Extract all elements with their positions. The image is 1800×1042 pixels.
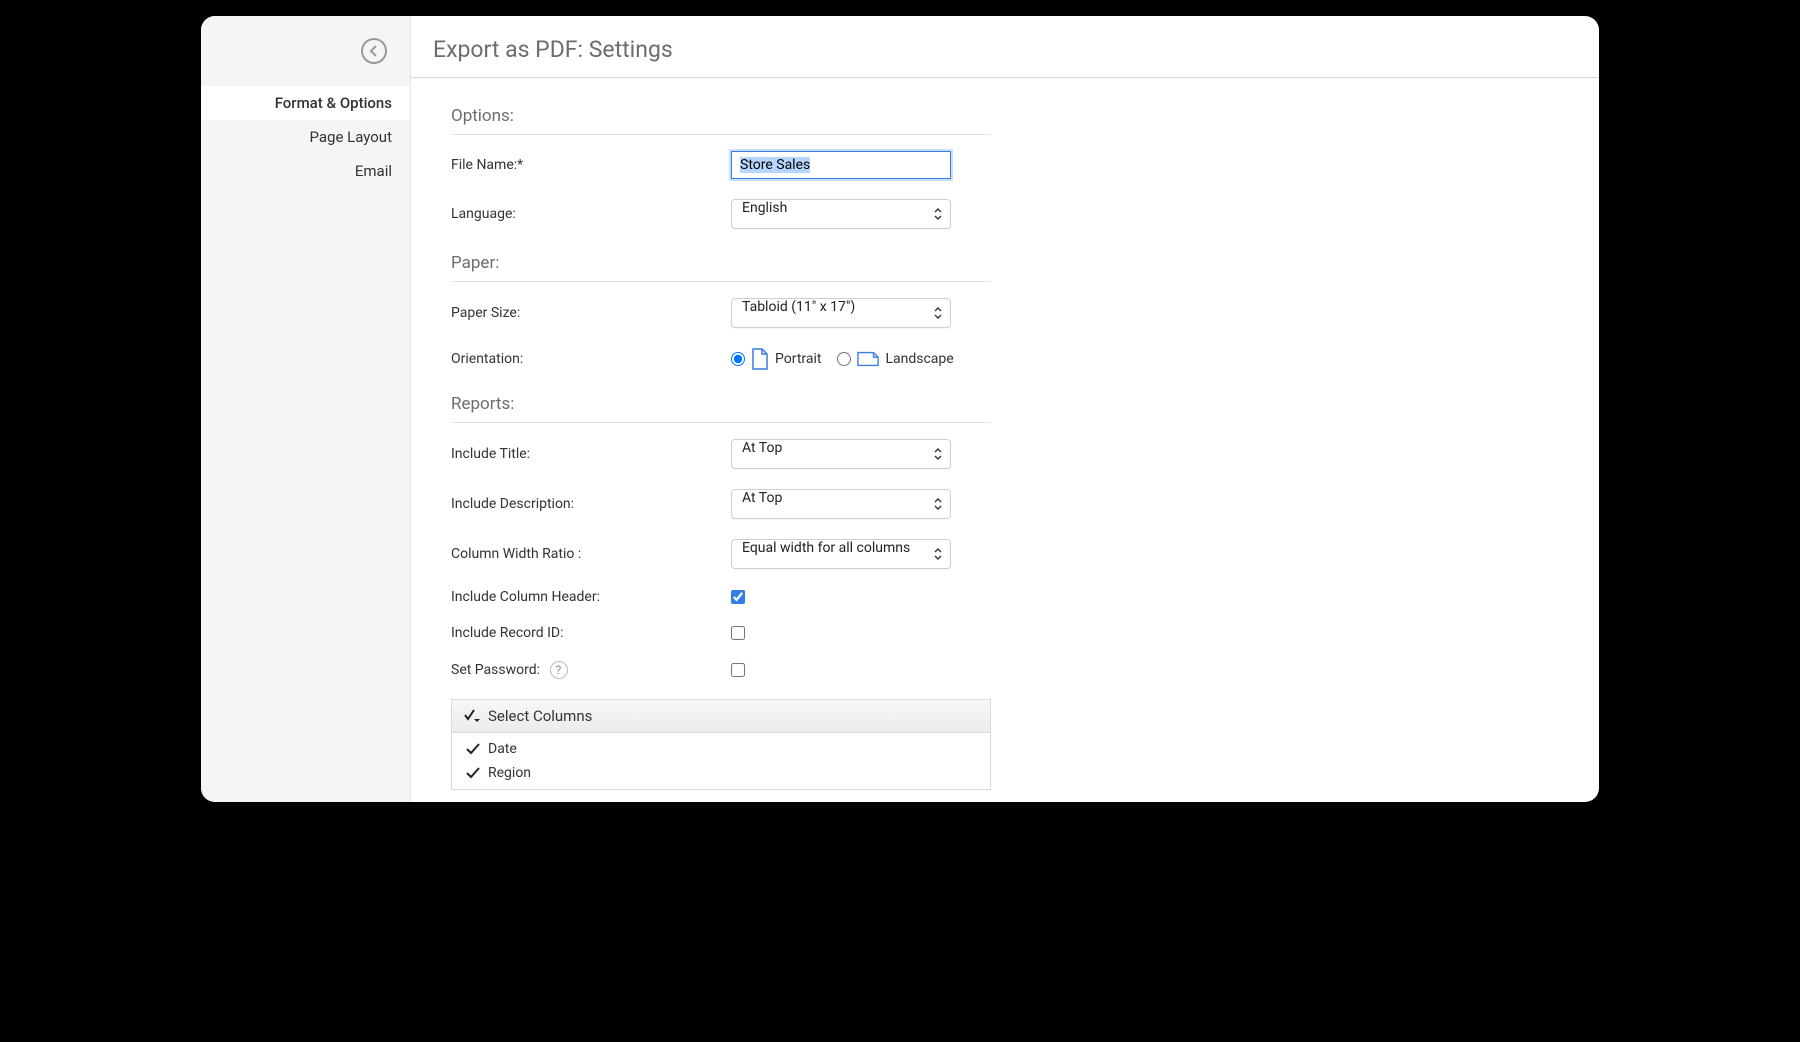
select-value: At Top (742, 440, 782, 456)
column-item-label: Region (488, 765, 531, 781)
nav-item-email[interactable]: Email (201, 154, 410, 188)
column-item-label: Date (488, 741, 517, 757)
select-columns-body: Date Region (452, 733, 990, 789)
required-asterisk: * (517, 157, 523, 173)
label-file-name: File Name:* (451, 157, 731, 173)
row-language: Language: English (451, 189, 991, 239)
check-icon (466, 767, 480, 779)
include-column-header-checkbox[interactable] (731, 590, 745, 604)
label-include-record-id: Include Record ID: (451, 625, 731, 641)
select-value: Tabloid (11" x 17") (742, 299, 855, 315)
orientation-portrait-radio[interactable] (731, 352, 745, 366)
label-paper-size: Paper Size: (451, 305, 731, 321)
row-set-password: Set Password: ? (451, 651, 991, 689)
label-set-password: Set Password: ? (451, 661, 731, 679)
page-title: Export as PDF: Settings (433, 36, 1577, 63)
orientation-portrait-option[interactable]: Portrait (731, 348, 821, 370)
label-text: Set Password: (451, 662, 540, 678)
section-heading-options: Options: (451, 92, 991, 135)
orientation-portrait-label: Portrait (775, 351, 821, 367)
label-language: Language: (451, 206, 731, 222)
select-columns-heading: Select Columns (488, 707, 592, 725)
help-icon[interactable]: ? (550, 661, 568, 679)
titlebar: Export as PDF: Settings (411, 16, 1599, 78)
label-include-title: Include Title: (451, 446, 731, 462)
row-include-description: Include Description: At Top (451, 479, 991, 529)
column-item[interactable]: Date (452, 737, 990, 761)
orientation-landscape-label: Landscape (885, 351, 953, 367)
row-file-name: File Name:* (451, 141, 991, 189)
paper-size-select[interactable]: Tabloid (11" x 17") (731, 298, 951, 328)
label-column-width: Column Width Ratio : (451, 546, 731, 562)
column-width-select[interactable]: Equal width for all columns (731, 539, 951, 569)
label-text: File Name: (451, 157, 517, 173)
portrait-page-icon (751, 348, 769, 370)
label-include-description: Include Description: (451, 496, 731, 512)
chevron-left-icon (368, 45, 380, 57)
export-pdf-settings-window: Format & Options Page Layout Email Expor… (201, 16, 1599, 802)
set-password-checkbox[interactable] (731, 663, 745, 677)
select-value: Equal width for all columns (742, 540, 910, 556)
check-icon (466, 743, 480, 755)
include-title-select[interactable]: At Top (731, 439, 951, 469)
row-orientation: Orientation: Portrait (451, 338, 991, 380)
nav-item-page-layout[interactable]: Page Layout (201, 120, 410, 154)
language-select[interactable]: English (731, 199, 951, 229)
section-heading-paper: Paper: (451, 239, 991, 282)
row-include-title: Include Title: At Top (451, 429, 991, 479)
row-include-record-id: Include Record ID: (451, 615, 991, 651)
file-name-input[interactable] (731, 151, 951, 179)
select-value: At Top (742, 490, 782, 506)
nav-item-label: Email (355, 162, 392, 180)
nav-item-format-options[interactable]: Format & Options (201, 86, 410, 120)
include-description-select[interactable]: At Top (731, 489, 951, 519)
settings-nav: Format & Options Page Layout Email (201, 86, 410, 188)
back-button[interactable] (361, 38, 387, 64)
select-columns-header[interactable]: Select Columns (452, 700, 990, 733)
main-panel: Export as PDF: Settings Options: File Na… (411, 16, 1599, 802)
select-columns-panel: Select Columns Date Region (451, 699, 991, 790)
orientation-radio-group: Portrait Landscape (731, 348, 954, 370)
column-item[interactable]: Region (452, 761, 990, 785)
nav-item-label: Format & Options (275, 94, 392, 112)
landscape-page-icon (857, 350, 879, 368)
nav-item-label: Page Layout (310, 128, 393, 146)
settings-sidebar: Format & Options Page Layout Email (201, 16, 411, 802)
label-orientation: Orientation: (451, 351, 731, 367)
row-paper-size: Paper Size: Tabloid (11" x 17") (451, 288, 991, 338)
label-include-column-header: Include Column Header: (451, 589, 731, 605)
select-value: English (742, 200, 787, 216)
section-heading-reports: Reports: (451, 380, 991, 423)
orientation-landscape-radio[interactable] (837, 352, 851, 366)
row-include-column-header: Include Column Header: (451, 579, 991, 615)
settings-content: Options: File Name:* Language: English P… (411, 78, 1599, 802)
select-all-columns-tristate-icon[interactable] (464, 709, 480, 723)
include-record-id-checkbox[interactable] (731, 626, 745, 640)
row-column-width: Column Width Ratio : Equal width for all… (451, 529, 991, 579)
orientation-landscape-option[interactable]: Landscape (837, 350, 953, 368)
